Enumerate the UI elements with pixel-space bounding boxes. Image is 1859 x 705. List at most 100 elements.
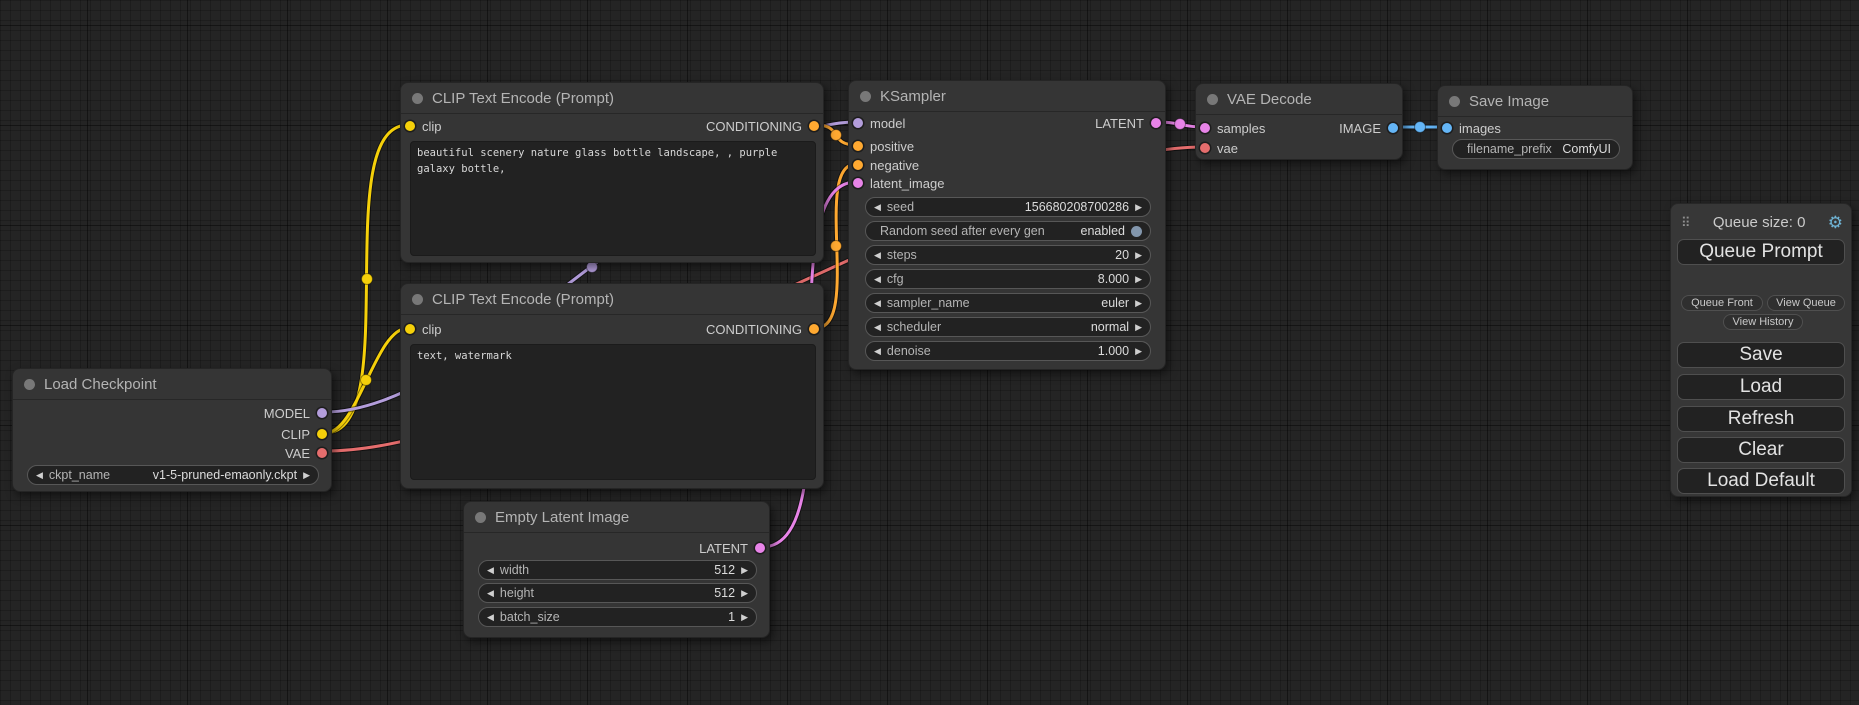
negative-prompt-textarea[interactable]: text, watermark — [410, 344, 816, 480]
node-title-bar[interactable]: Save Image — [1438, 86, 1632, 117]
stepper-left-icon[interactable]: ◀ — [874, 203, 881, 212]
load-default-button[interactable]: Load Default — [1677, 468, 1845, 494]
stepper-left-icon[interactable]: ◀ — [874, 299, 881, 308]
node-empty-latent-image[interactable]: Empty Latent Image LATENT ◀ width 512 ▶ … — [463, 501, 770, 638]
node-clip-text-encode-negative[interactable]: CLIP Text Encode (Prompt) clip CONDITION… — [400, 283, 824, 489]
output-row: VAE — [13, 443, 331, 463]
drag-handle-icon[interactable]: ⠿ — [1681, 215, 1691, 231]
steps-widget[interactable]: ◀ steps 20 ▶ — [865, 245, 1151, 265]
node-title-bar[interactable]: CLIP Text Encode (Prompt) — [401, 83, 823, 114]
height-widget[interactable]: ◀ height 512 ▶ — [478, 583, 757, 603]
node-clip-text-encode-positive[interactable]: CLIP Text Encode (Prompt) clip CONDITION… — [400, 82, 824, 263]
node-title-bar[interactable]: Load Checkpoint — [13, 369, 331, 400]
stepper-left-icon[interactable]: ◀ — [36, 471, 43, 480]
input-row: negative — [849, 155, 1165, 175]
stepper-right-icon[interactable]: ▶ — [303, 471, 310, 480]
load-button[interactable]: Load — [1677, 374, 1845, 400]
input-row: images — [1438, 118, 1632, 138]
input-port-model[interactable] — [853, 118, 863, 128]
collapse-dot-icon[interactable] — [1207, 94, 1218, 105]
node-title-bar[interactable]: VAE Decode — [1196, 84, 1402, 115]
output-port-image[interactable] — [1388, 123, 1398, 133]
node-title: KSampler — [880, 88, 946, 105]
output-port-model[interactable] — [317, 408, 327, 418]
input-port-positive[interactable] — [853, 141, 863, 151]
output-port-latent[interactable] — [755, 543, 765, 553]
denoise-widget[interactable]: ◀ denoise 1.000 ▶ — [865, 341, 1151, 361]
queue-panel-header: ⠿ Queue size: 0 ⚙ — [1671, 214, 1851, 231]
refresh-button[interactable]: Refresh — [1677, 406, 1845, 432]
node-title-bar[interactable]: KSampler — [849, 81, 1165, 112]
stepper-right-icon[interactable]: ▶ — [741, 566, 748, 575]
cfg-widget[interactable]: ◀ cfg 8.000 ▶ — [865, 269, 1151, 289]
filename-prefix-widget[interactable]: filename_prefix ComfyUI — [1452, 139, 1620, 159]
input-port-clip[interactable] — [405, 121, 415, 131]
stepper-right-icon[interactable]: ▶ — [1135, 299, 1142, 308]
node-title: CLIP Text Encode (Prompt) — [432, 90, 614, 107]
stepper-right-icon[interactable]: ▶ — [1135, 347, 1142, 356]
stepper-left-icon[interactable]: ◀ — [487, 589, 494, 598]
batch-size-widget[interactable]: ◀ batch_size 1 ▶ — [478, 607, 757, 627]
output-port-clip[interactable] — [317, 429, 327, 439]
input-port-clip[interactable] — [405, 324, 415, 334]
input-port-negative[interactable] — [853, 160, 863, 170]
settings-gear-icon[interactable]: ⚙ — [1828, 214, 1843, 231]
queue-front-button[interactable]: Queue Front — [1681, 295, 1763, 311]
output-port-latent[interactable] — [1151, 118, 1161, 128]
io-row: model LATENT — [849, 113, 1165, 133]
stepper-left-icon[interactable]: ◀ — [874, 323, 881, 332]
stepper-left-icon[interactable]: ◀ — [874, 275, 881, 284]
collapse-dot-icon[interactable] — [860, 91, 871, 102]
node-load-checkpoint[interactable]: Load Checkpoint MODEL CLIP VAE ◀ ckpt_na… — [12, 368, 332, 492]
input-row: latent_image — [849, 173, 1165, 193]
width-widget[interactable]: ◀ width 512 ▶ — [478, 560, 757, 580]
clear-button[interactable]: Clear — [1677, 437, 1845, 463]
input-port-images[interactable] — [1442, 123, 1452, 133]
stepper-left-icon[interactable]: ◀ — [487, 613, 494, 622]
collapse-dot-icon[interactable] — [24, 379, 35, 390]
output-port-conditioning[interactable] — [809, 121, 819, 131]
stepper-left-icon[interactable]: ◀ — [874, 251, 881, 260]
stepper-left-icon[interactable]: ◀ — [874, 347, 881, 356]
input-port-latent-image[interactable] — [853, 178, 863, 188]
queue-prompt-button[interactable]: Queue Prompt — [1677, 239, 1845, 265]
stepper-right-icon[interactable]: ▶ — [741, 589, 748, 598]
output-row: LATENT — [464, 538, 769, 558]
queue-size-label: Queue size: 0 — [1691, 214, 1828, 231]
collapse-dot-icon[interactable] — [475, 512, 486, 523]
save-button[interactable]: Save — [1677, 342, 1845, 368]
node-title-bar[interactable]: CLIP Text Encode (Prompt) — [401, 284, 823, 315]
node-ksampler[interactable]: KSampler model LATENT positive negative … — [848, 80, 1166, 370]
collapse-dot-icon[interactable] — [1449, 96, 1460, 107]
io-row: clip CONDITIONING — [401, 116, 823, 136]
random-seed-toggle-icon[interactable] — [1131, 226, 1142, 237]
random-seed-widget[interactable]: Random seed after every gen enabled — [865, 221, 1151, 241]
scheduler-widget[interactable]: ◀ scheduler normal ▶ — [865, 317, 1151, 337]
node-title: Empty Latent Image — [495, 509, 629, 526]
output-row: MODEL — [13, 403, 331, 423]
output-port-vae[interactable] — [317, 448, 327, 458]
node-title-bar[interactable]: Empty Latent Image — [464, 502, 769, 533]
positive-prompt-textarea[interactable]: beautiful scenery nature glass bottle la… — [410, 141, 816, 256]
node-graph-canvas[interactable]: Load Checkpoint MODEL CLIP VAE ◀ ckpt_na… — [0, 0, 1859, 705]
node-save-image[interactable]: Save Image images filename_prefix ComfyU… — [1437, 85, 1633, 170]
view-history-button[interactable]: View History — [1723, 314, 1803, 330]
input-port-samples[interactable] — [1200, 123, 1210, 133]
stepper-right-icon[interactable]: ▶ — [1135, 251, 1142, 260]
stepper-right-icon[interactable]: ▶ — [1135, 203, 1142, 212]
stepper-right-icon[interactable]: ▶ — [1135, 323, 1142, 332]
view-queue-button[interactable]: View Queue — [1767, 295, 1845, 311]
node-vae-decode[interactable]: VAE Decode samples IMAGE vae — [1195, 83, 1403, 160]
ckpt-name-widget[interactable]: ◀ ckpt_name v1-5-pruned-emaonly.ckpt ▶ — [27, 465, 319, 485]
stepper-right-icon[interactable]: ▶ — [741, 613, 748, 622]
stepper-right-icon[interactable]: ▶ — [1135, 275, 1142, 284]
node-title: CLIP Text Encode (Prompt) — [432, 291, 614, 308]
sampler-name-widget[interactable]: ◀ sampler_name euler ▶ — [865, 293, 1151, 313]
stepper-left-icon[interactable]: ◀ — [487, 566, 494, 575]
input-row: vae — [1196, 138, 1402, 158]
input-port-vae[interactable] — [1200, 143, 1210, 153]
collapse-dot-icon[interactable] — [412, 93, 423, 104]
seed-widget[interactable]: ◀ seed 156680208700286 ▶ — [865, 197, 1151, 217]
collapse-dot-icon[interactable] — [412, 294, 423, 305]
output-port-conditioning[interactable] — [809, 324, 819, 334]
